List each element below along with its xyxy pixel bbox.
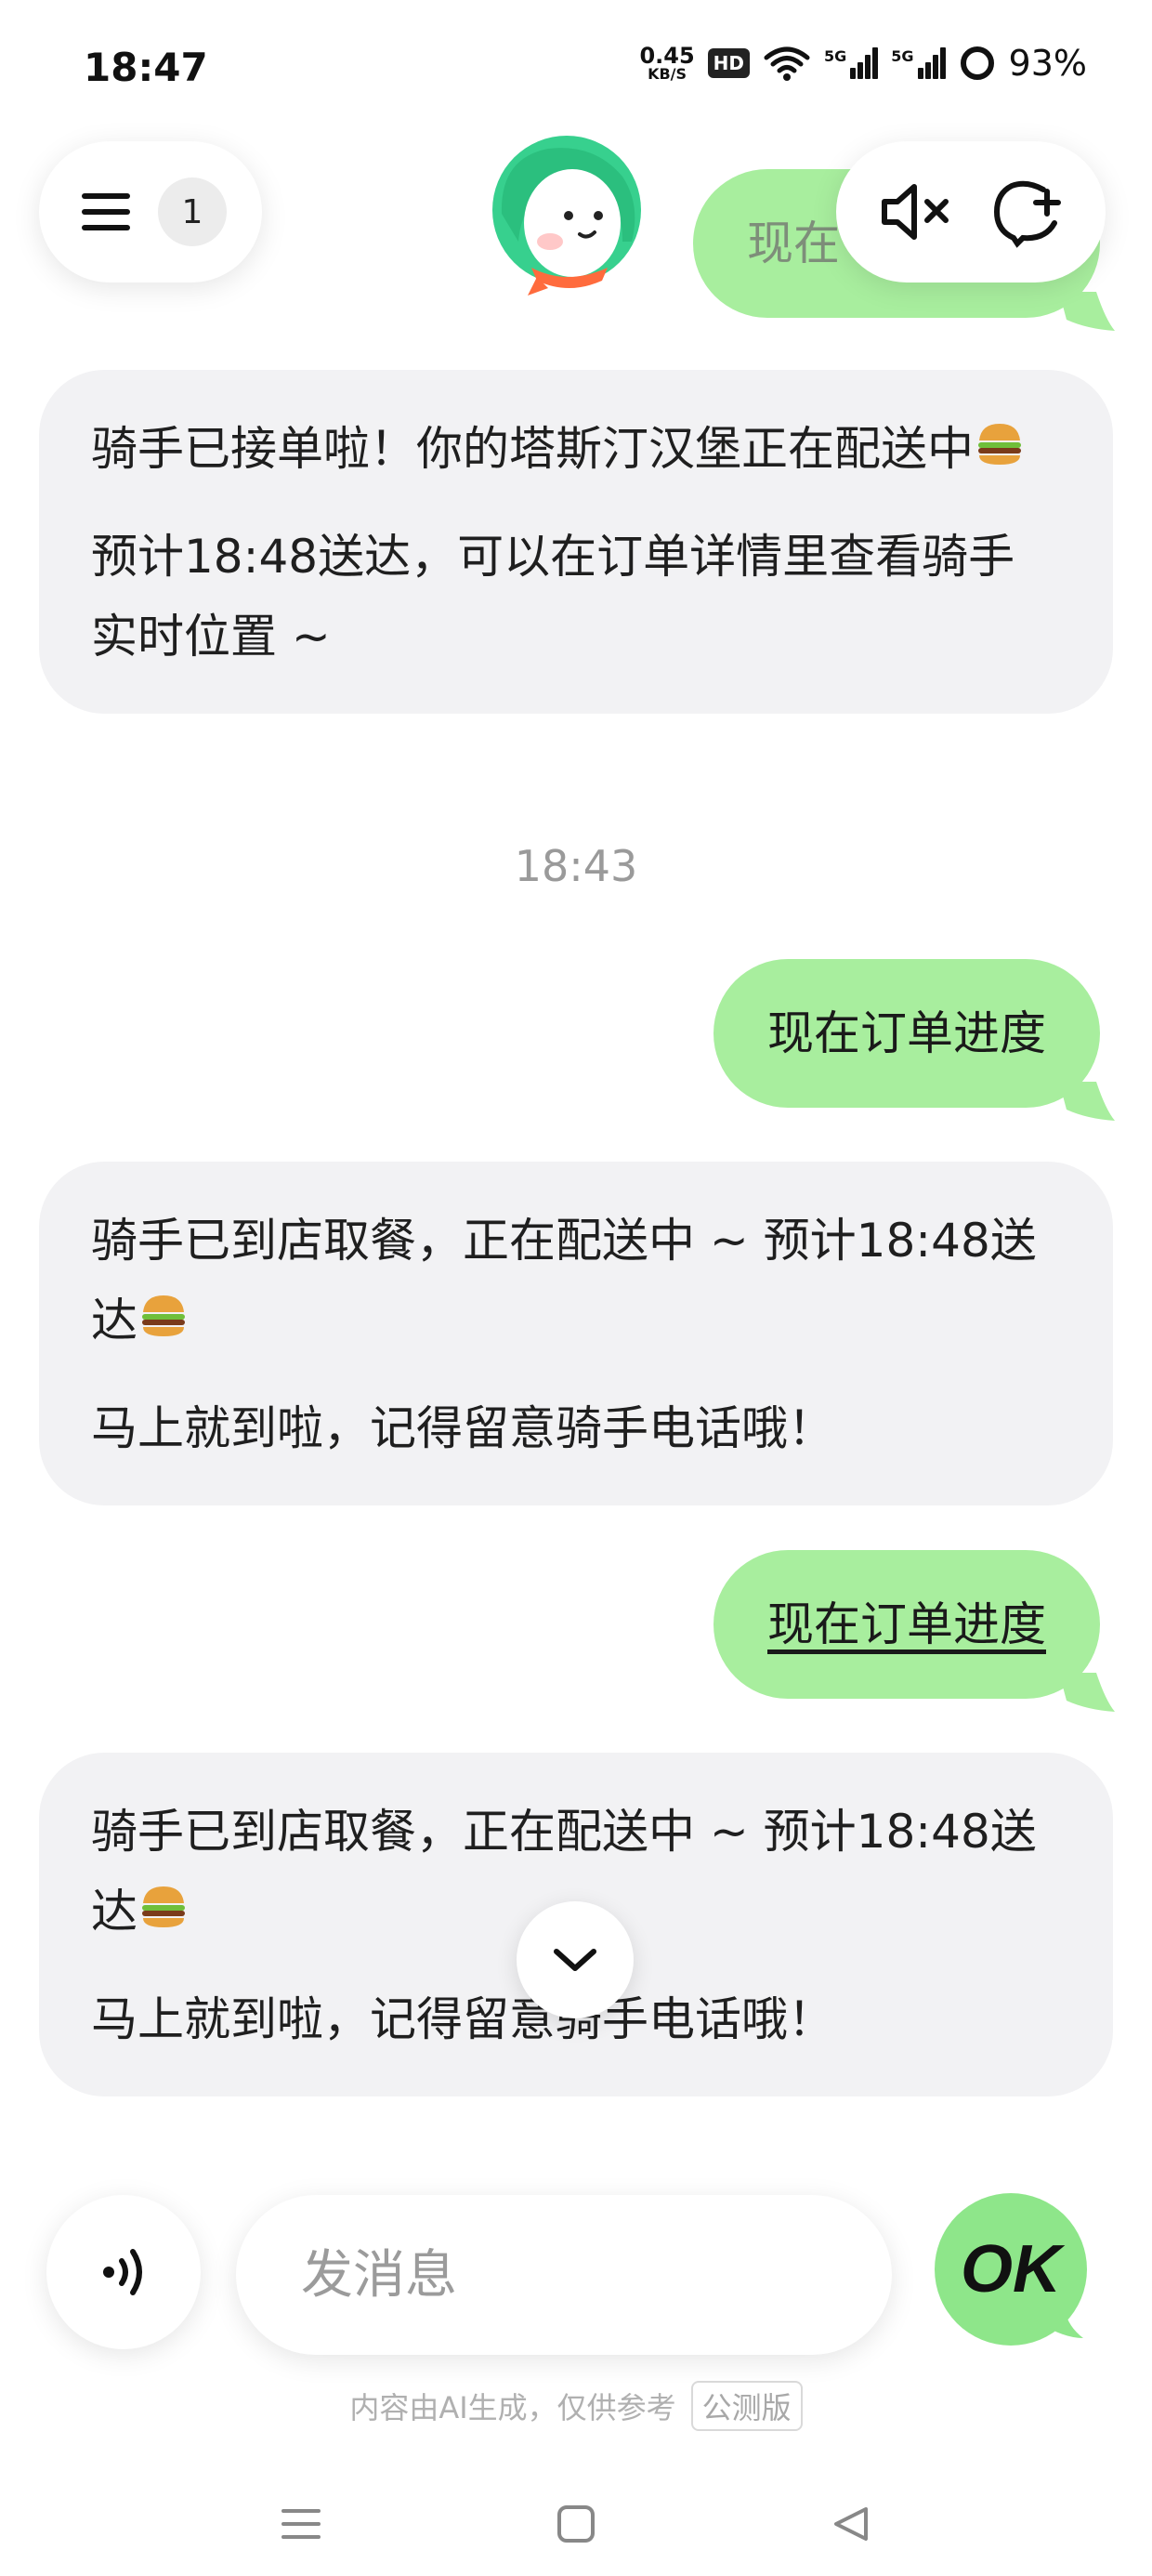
scroll-to-bottom-button[interactable] (517, 1901, 634, 2018)
header-actions (836, 141, 1106, 283)
battery-icon (960, 46, 994, 80)
back-triangle-icon (834, 2507, 868, 2541)
voice-wave-icon (103, 2249, 142, 2295)
network-speed-value: 0.45 (639, 43, 695, 69)
menu-icon (82, 193, 130, 230)
system-navigation-bar (0, 2472, 1152, 2576)
session-count-badge: 1 (158, 177, 227, 246)
home-button[interactable] (539, 2487, 613, 2561)
square-icon (557, 2505, 595, 2543)
user-message-text: 现在订单进度 (767, 1597, 1046, 1651)
assistant-message-line: 预计18:48送达，可以在订单详情里查看骑手实时位置 ~ (91, 530, 1015, 664)
menu-lines-icon (281, 2509, 321, 2539)
user-message[interactable]: 现在订单进度 (713, 1550, 1115, 1712)
ok-button[interactable]: OK (929, 2189, 1096, 2357)
assistant-message: 骑手已到店取餐，正在配送中 ~ 预计18:48送达 马上就到啦，记得留意骑手电话… (39, 1162, 1113, 1505)
status-icons: 0.45 KB/S HD 5G 5G 93% (639, 43, 1087, 84)
hd-voice-icon: HD (707, 48, 750, 78)
network-speed-unit: KB/S (648, 65, 687, 83)
ok-button-label: OK (961, 2232, 1066, 2307)
assistant-avatar[interactable] (483, 130, 650, 297)
burger-emoji-icon (142, 1886, 185, 1927)
chevron-down-icon (554, 1949, 596, 1971)
assistant-message-line: 骑手已接单啦！你的塔斯汀汉堡正在配送中 (91, 422, 974, 476)
assistant-message: 骑手已接单啦！你的塔斯汀汉堡正在配送中 预计18:48送达，可以在订单详情里查看… (39, 370, 1113, 714)
user-message: 现在订单进度 (713, 959, 1115, 1121)
bubble-tail (1059, 1082, 1115, 1121)
beta-badge: 公测版 (690, 2381, 803, 2431)
user-message-partial-text: 现在 (747, 217, 840, 270)
recent-apps-button[interactable] (264, 2487, 338, 2561)
bubble-tail (1059, 1673, 1115, 1712)
voice-input-button[interactable] (46, 2195, 201, 2349)
burger-emoji-icon (978, 424, 1021, 465)
assistant-message-line: 马上就到啦，记得留意骑手电话哦！ (91, 1401, 834, 1455)
back-button[interactable] (814, 2487, 888, 2561)
cell-signal-icon: 5G (824, 47, 879, 79)
bubble-tail (1059, 292, 1115, 331)
mute-icon[interactable] (879, 175, 953, 249)
burger-emoji-icon (142, 1295, 185, 1336)
status-time: 18:47 (84, 45, 208, 90)
user-message-text: 现在订单进度 (767, 1006, 1046, 1060)
disclaimer-text: 内容由AI生成，仅供参考 (349, 2390, 676, 2425)
battery-percent: 93% (1008, 43, 1087, 84)
menu-button[interactable]: 1 (39, 141, 262, 283)
new-chat-icon[interactable] (989, 175, 1064, 249)
ai-disclaimer: 内容由AI生成，仅供参考 公测版 (0, 2381, 1152, 2431)
chat-screen: 18:47 0.45 KB/S HD 5G 5G 93% 现在 1 骑手已接单啦… (0, 0, 1152, 2576)
message-input[interactable] (236, 2195, 892, 2355)
message-timestamp: 18:43 (514, 841, 638, 891)
assistant-message-line: 骑手已到店取餐，正在配送中 ~ 预计18:48送达 (91, 1214, 1037, 1347)
status-bar: 18:47 0.45 KB/S HD 5G 5G 93% (0, 0, 1152, 139)
wifi-icon (764, 46, 810, 81)
network-speed: 0.45 KB/S (639, 45, 694, 82)
cell-signal-icon-2: 5G (891, 47, 946, 79)
